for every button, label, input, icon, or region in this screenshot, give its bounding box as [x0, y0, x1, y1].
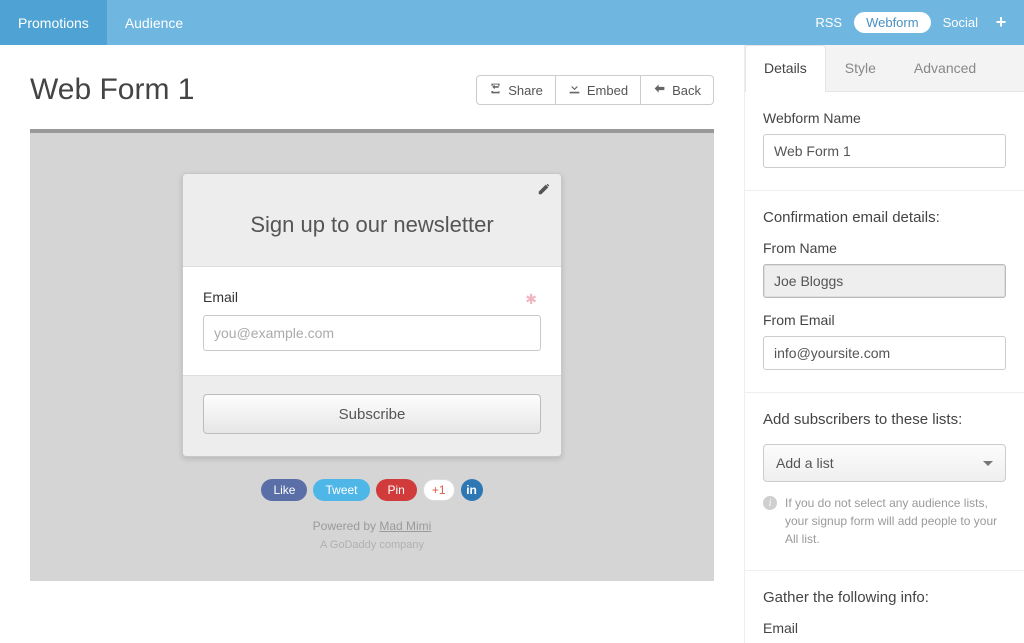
powered-link[interactable]: Mad Mimi: [379, 519, 431, 533]
add-plus-button[interactable]: +: [990, 12, 1012, 33]
lists-hint: i If you do not select any audience list…: [763, 494, 1006, 548]
required-star-icon: ✱: [525, 291, 537, 308]
preview-canvas: Sign up to our newsletter Email ✱ Subscr…: [30, 129, 714, 581]
download-icon: [568, 82, 581, 98]
share-label: Share: [508, 83, 543, 98]
linkedin-chip[interactable]: in: [461, 479, 483, 501]
subscribe-button[interactable]: Subscribe: [203, 394, 541, 434]
email-input[interactable]: [203, 315, 541, 351]
settings-sidebar: Details Style Advanced Webform Name Conf…: [744, 45, 1024, 643]
form-card-header: Sign up to our newsletter: [183, 174, 561, 266]
topnav-webform[interactable]: Webform: [854, 12, 931, 33]
tab-details[interactable]: Details: [745, 45, 826, 92]
from-name-label: From Name: [763, 240, 1006, 256]
sidebar-tabs: Details Style Advanced: [745, 45, 1024, 92]
gather-email: Email: [763, 620, 1006, 636]
from-name-input[interactable]: [763, 264, 1006, 298]
plus1-chip[interactable]: +1: [423, 479, 455, 501]
nav-label: Audience: [125, 15, 183, 31]
main-header: Web Form 1 Share Embed: [30, 73, 714, 107]
section-divider: [745, 190, 1024, 191]
section-divider: [745, 392, 1024, 393]
subscribe-label: Subscribe: [339, 406, 406, 423]
back-label: Back: [672, 83, 701, 98]
webform-name-input[interactable]: [763, 134, 1006, 168]
page-body: Web Form 1 Share Embed: [0, 45, 1024, 643]
top-nav: Promotions Audience RSS Webform Social +: [0, 0, 1024, 45]
topnav-rss[interactable]: RSS: [815, 15, 842, 30]
pin-chip[interactable]: Pin: [376, 479, 417, 501]
topnav-social[interactable]: Social: [943, 15, 978, 30]
top-nav-left: Promotions Audience: [0, 0, 201, 45]
nav-promotions[interactable]: Promotions: [0, 0, 107, 45]
info-icon: i: [763, 496, 777, 510]
chevron-down-icon: [983, 461, 993, 466]
embed-button[interactable]: Embed: [556, 75, 641, 105]
page-title: Web Form 1: [30, 73, 195, 107]
social-share-row: Like Tweet Pin +1 in: [261, 479, 482, 501]
powered-sub: A GoDaddy company: [320, 539, 424, 551]
edit-pencil-icon[interactable]: [537, 182, 551, 199]
form-body: Email ✱: [183, 266, 561, 376]
form-title: Sign up to our newsletter: [203, 212, 541, 238]
from-email-input[interactable]: [763, 336, 1006, 370]
gather-section: Gather the following info: Email: [763, 589, 1006, 636]
add-list-dropdown[interactable]: Add a list: [763, 444, 1006, 482]
back-button[interactable]: Back: [641, 75, 714, 105]
lists-section: Add subscribers to these lists: Add a li…: [763, 411, 1006, 548]
webform-name-label: Webform Name: [763, 110, 1006, 126]
confirmation-heading: Confirmation email details:: [763, 209, 1006, 226]
nav-label: Promotions: [18, 15, 89, 31]
tab-advanced[interactable]: Advanced: [895, 45, 995, 91]
share-icon: [489, 82, 502, 98]
back-arrow-icon: [653, 82, 666, 98]
embed-label: Embed: [587, 83, 628, 98]
add-list-label: Add a list: [776, 455, 834, 471]
like-chip[interactable]: Like: [261, 479, 307, 501]
powered-by: Powered by Mad Mimi: [313, 519, 432, 533]
lists-heading: Add subscribers to these lists:: [763, 411, 1006, 428]
from-email-label: From Email: [763, 312, 1006, 328]
nav-audience[interactable]: Audience: [107, 0, 201, 45]
lists-hint-text: If you do not select any audience lists,…: [785, 494, 1006, 548]
email-label: Email: [203, 289, 541, 305]
gather-heading: Gather the following info:: [763, 589, 1006, 606]
tab-style[interactable]: Style: [826, 45, 895, 91]
email-field-row: Email ✱: [203, 289, 541, 351]
confirmation-section: Confirmation email details: From Name Fr…: [763, 209, 1006, 370]
tweet-chip[interactable]: Tweet: [313, 479, 369, 501]
top-nav-right: RSS Webform Social +: [815, 12, 1012, 33]
action-button-group: Share Embed Back: [476, 75, 714, 105]
webform-name-section: Webform Name: [763, 110, 1006, 168]
form-footer: Subscribe: [183, 376, 561, 456]
section-divider: [745, 570, 1024, 571]
signup-form-card: Sign up to our newsletter Email ✱ Subscr…: [182, 173, 562, 457]
share-button[interactable]: Share: [476, 75, 556, 105]
main-column: Web Form 1 Share Embed: [0, 45, 744, 643]
powered-prefix: Powered by: [313, 519, 380, 533]
